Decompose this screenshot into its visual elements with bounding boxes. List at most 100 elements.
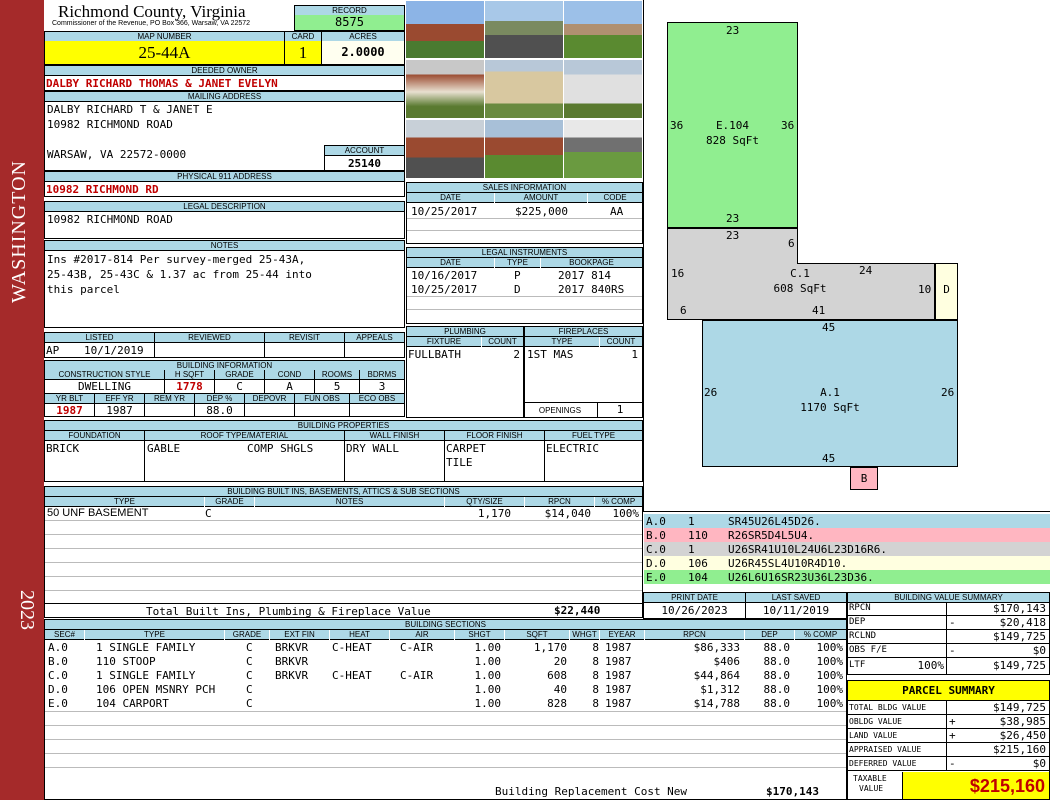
bvs-row: LTF 100% $149,725: [848, 658, 1049, 674]
bp-roof2: COMP SHGLS: [247, 442, 314, 455]
sales-amount: $225,000: [515, 205, 568, 218]
sec-sqft: 608: [547, 669, 567, 682]
fireplaces-label: FIREPLACES: [525, 327, 642, 337]
bi-h-yrblt: YR BLT: [45, 394, 94, 404]
sales-h-amount: AMOUNT: [495, 193, 587, 203]
bvs-val: $0: [1032, 644, 1046, 657]
sec-rpcn: $406: [713, 655, 741, 668]
sec-h-whgt: WHGT: [570, 630, 599, 640]
sec-rpcn: $14,788: [693, 697, 740, 710]
mailing-line1: DALBY RICHARD T & JANET E: [47, 103, 213, 116]
brcn-label: Building Replacement Cost New: [495, 785, 688, 798]
sketch-c-label: C.1: [790, 267, 810, 280]
sec-type: 104 CARPORT: [96, 697, 169, 710]
sec-sqft: 40: [553, 683, 567, 696]
sec-dep: 88.0: [763, 697, 791, 710]
bvs-row: RPCN $170,143: [848, 602, 1049, 616]
dim-e-left: 36: [670, 119, 684, 132]
taxable-label-1: TAXABLE: [853, 774, 887, 783]
sec-type: 106 OPEN MSNRY PCH: [96, 683, 216, 696]
house-photo[interactable]: [485, 60, 563, 118]
bp-h-wall: WALL FINISH: [345, 431, 444, 441]
dim-c-41: 41: [812, 304, 826, 317]
bl-h-grade: GRADE: [205, 497, 254, 507]
sec-dep: 88.0: [763, 641, 791, 654]
fp-type: 1ST MAS: [527, 348, 574, 361]
sketch-a-area: 1170 SqFt: [800, 401, 860, 414]
sec-sec: C.0: [48, 669, 68, 682]
fp-count: 1: [631, 348, 638, 361]
county-title: Richmond County, Virginia: [58, 2, 246, 21]
listed-date: 10/1/2019: [84, 344, 144, 357]
sec-eyear: 1987: [605, 697, 632, 710]
house-photo[interactable]: [564, 1, 642, 58]
dim-a-left: 26: [704, 386, 718, 399]
sec-grade: C: [246, 641, 253, 654]
bi-h-hsqft: H SQFT: [165, 370, 214, 380]
house-photo[interactable]: [564, 60, 642, 118]
sec-comp: 100%: [816, 683, 844, 696]
fp-h-type: TYPE: [525, 337, 599, 347]
sec-rpcn: $1,312: [700, 683, 740, 696]
sec-whgt: 8: [592, 697, 599, 710]
sec-air: C-AIR: [400, 669, 434, 682]
sec-whgt: 8: [592, 655, 599, 668]
sec-dep: 88.0: [763, 683, 791, 696]
bi-h-cond: COND: [265, 370, 314, 380]
sec-comp: 100%: [816, 697, 844, 710]
legal-description: 10982 RICHMOND ROAD: [47, 213, 173, 226]
house-photo[interactable]: [406, 120, 484, 178]
dim-a-right: 26: [941, 386, 955, 399]
sec-shgt: 1.00: [474, 655, 502, 668]
sec-ext: BRKVR: [275, 655, 309, 668]
acres-value: 2.0000: [322, 41, 404, 64]
bp-h-foundation: FOUNDATION: [45, 431, 144, 441]
seg-id: 106: [688, 557, 708, 570]
mailing-line3: WARSAW, VA 22572-0000: [47, 148, 187, 161]
sec-h-sec: SEC#: [45, 630, 84, 640]
house-photo[interactable]: [564, 120, 642, 178]
sec-grade: C: [246, 655, 253, 668]
house-photo[interactable]: [406, 1, 484, 58]
owner-label: DEEDED OWNER: [45, 66, 404, 76]
bl-comp: 100%: [612, 507, 640, 520]
seg-path: U26R45SL4U10R4D10.: [728, 557, 848, 570]
sec-heat: C-HEAT: [332, 641, 372, 654]
sec-type: 110 STOOP: [96, 655, 156, 668]
district-sidebar: [0, 0, 44, 800]
parcel-label: PARCEL SUMMARY: [848, 681, 1049, 701]
parcel-key: DEFERRED VALUE: [849, 759, 917, 768]
house-photo[interactable]: [485, 120, 563, 178]
parcel-key: TOTAL BLDG VALUE: [849, 703, 927, 712]
table-row: D.0 106 OPEN MSNRY PCH C 1.00 40 8 1987 …: [45, 683, 846, 697]
bi-h-effyr: EFF YR: [95, 394, 144, 404]
sec-sqft: 1,170: [533, 641, 567, 654]
bp-floor2: TILE: [446, 456, 473, 469]
bi-hsqft: 1778: [176, 380, 203, 393]
builtins-total: $22,440: [554, 604, 601, 617]
brcn-value: $170,143: [766, 785, 819, 798]
listed-label: LISTED: [45, 333, 154, 343]
sales-date: 10/25/2017: [411, 205, 478, 218]
house-photo[interactable]: [406, 60, 484, 118]
dim-c-6a: 6: [788, 237, 795, 250]
parcel-row: APPRAISED VALUE $215,160: [848, 743, 1049, 757]
bi-effyr: 1987: [106, 404, 133, 417]
sec-h-grade: GRADE: [225, 630, 269, 640]
li-h-book: BOOKPAGE: [541, 258, 642, 268]
sec-sec: A.0: [48, 641, 68, 654]
bvs-pct: 100%: [917, 659, 945, 672]
bp-h-floor: FLOOR FINISH: [445, 431, 544, 441]
house-photo[interactable]: [485, 1, 563, 58]
sec-grade: C: [246, 669, 253, 682]
bp-floor1: CARPET: [446, 442, 486, 455]
sec-whgt: 8: [592, 641, 599, 654]
parcel-key: LAND VALUE: [849, 731, 898, 740]
county-address: Commissioner of the Revenue, PO Box 366,…: [52, 20, 251, 27]
sketch-e-label: E.104: [715, 119, 750, 132]
bvs-val: $170,143: [993, 602, 1046, 615]
sketch-a-label: A.1: [820, 386, 840, 399]
li-row1-book: 2017 814: [558, 269, 611, 282]
sketch-e-area: 828 SqFt: [706, 134, 759, 147]
plumb-count: 2: [513, 348, 520, 361]
